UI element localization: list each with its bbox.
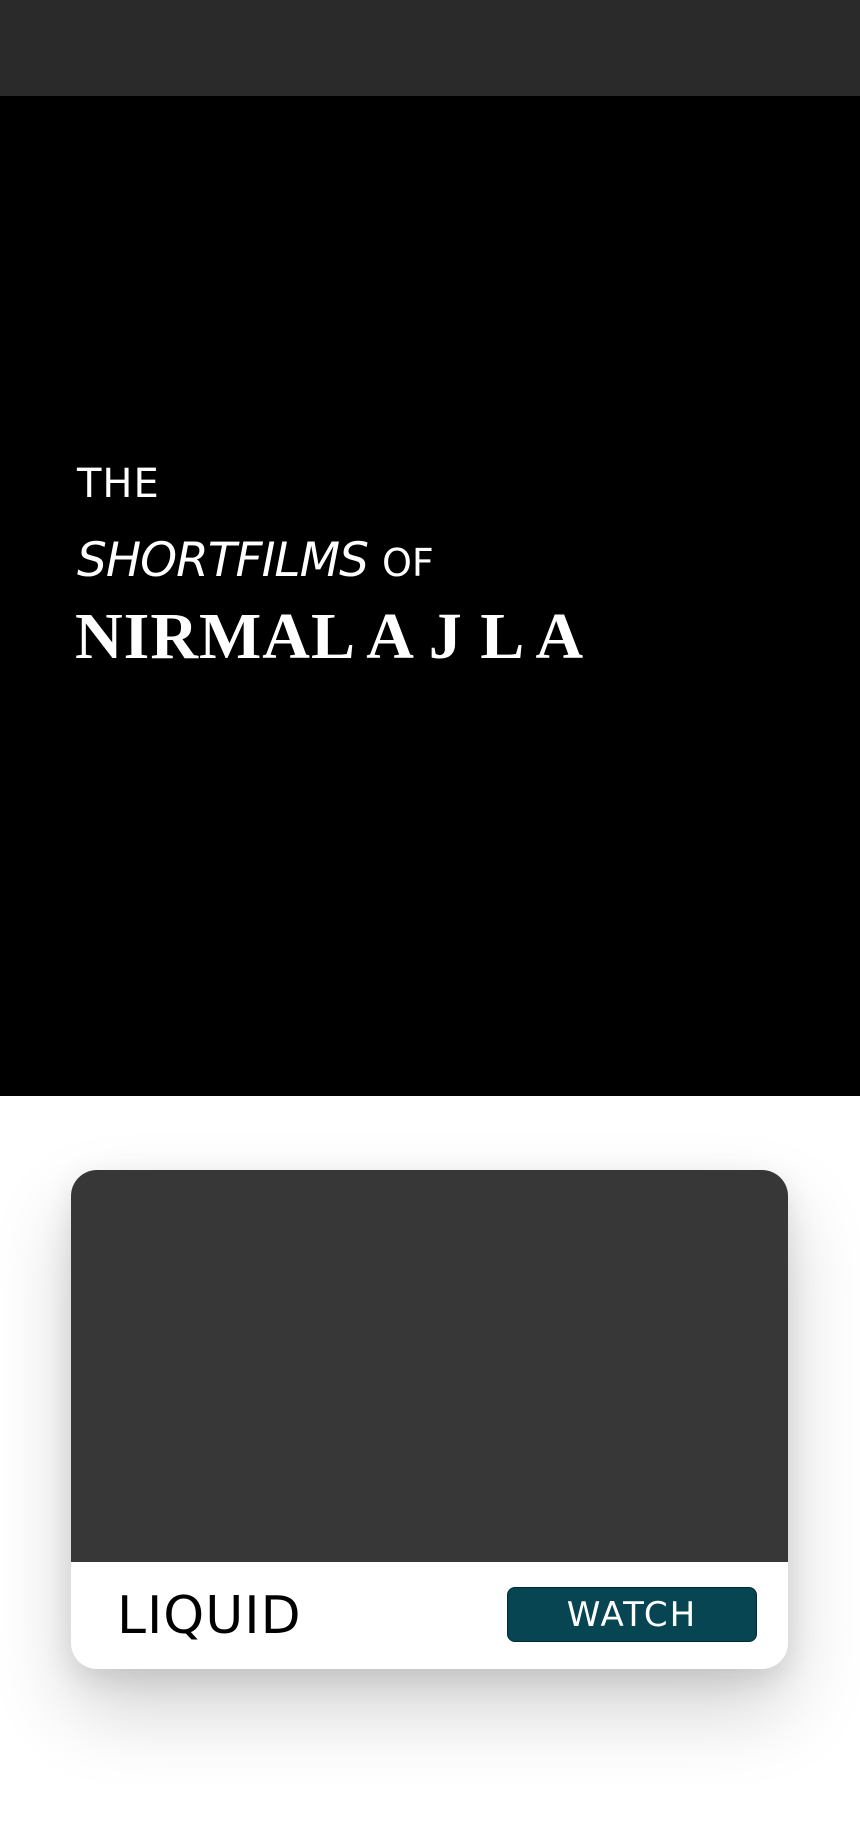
hero-eyebrow: THE xyxy=(77,461,160,507)
hero-subtitle-suffix: OF xyxy=(382,541,434,585)
top-bar xyxy=(0,0,860,96)
hero-subtitle-emphasis: SHORTFILMS xyxy=(77,533,369,588)
hero-subtitle: SHORTFILMS OF xyxy=(77,537,434,584)
film-title: LIQUID xyxy=(117,1586,302,1646)
hero-section: THE SHORTFILMS OF NIRMAL A J L A xyxy=(0,96,860,1096)
watch-button[interactable]: WATCH xyxy=(507,1587,757,1642)
film-card: LIQUID WATCH xyxy=(71,1170,788,1669)
film-thumbnail[interactable] xyxy=(71,1170,788,1562)
hero-title-name: NIRMAL A J L A xyxy=(75,600,585,673)
